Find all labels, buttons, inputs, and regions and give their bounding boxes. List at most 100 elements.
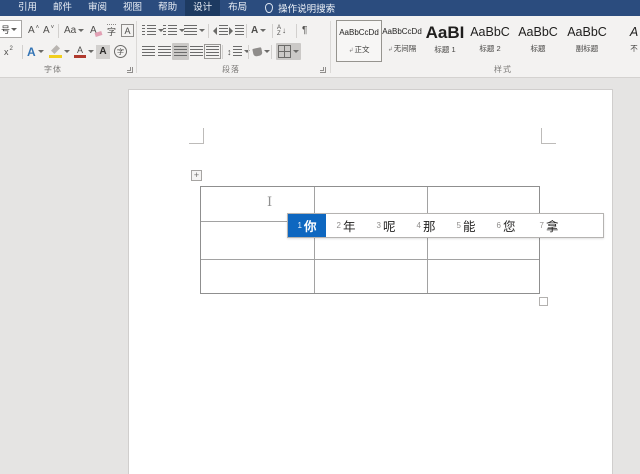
list-lines-icon xyxy=(168,25,177,36)
ime-candidate[interactable]: 7拿 xyxy=(526,214,572,237)
align-right-icon xyxy=(174,46,187,57)
align-left-button[interactable] xyxy=(142,43,155,60)
style-item-heading2[interactable]: AaBbC 标题 2 xyxy=(468,20,512,62)
styles-group-label: 样式 xyxy=(494,65,512,74)
font-size-value: 号 xyxy=(1,24,11,35)
separator xyxy=(58,24,59,38)
shrink-font-button[interactable]: A ˅ xyxy=(43,22,54,39)
separator xyxy=(248,45,249,59)
style-item-no-spacing[interactable]: AaBbCcDd ↲无间隔 xyxy=(378,20,426,62)
ime-candidate[interactable]: 3呢 xyxy=(366,214,406,237)
decrease-indent-button[interactable] xyxy=(213,22,228,39)
indent-lines-icon xyxy=(219,25,228,36)
title-bar: 引用 邮件 审阅 视图 帮助 设计 布局 操作说明搜索 xyxy=(0,0,640,16)
list-lines-icon xyxy=(147,25,156,36)
ime-candidate[interactable]: 6您 xyxy=(486,214,526,237)
style-label: 正文 xyxy=(354,45,370,54)
numbering-button[interactable] xyxy=(163,22,185,39)
ime-candidate[interactable]: 4那 xyxy=(406,214,446,237)
style-label: 标题 2 xyxy=(479,44,501,53)
tell-me-search[interactable]: 操作说明搜索 xyxy=(265,0,335,16)
tab-review[interactable]: 审阅 xyxy=(80,0,115,16)
increase-indent-button[interactable] xyxy=(229,22,244,39)
bullets-button[interactable] xyxy=(142,22,164,39)
font-group-label: 字体 xyxy=(44,65,62,74)
enclose-characters-button[interactable]: 字 xyxy=(114,43,127,60)
change-case-button[interactable]: Aa xyxy=(64,22,85,39)
show-hide-marks-button[interactable]: ¶ xyxy=(302,22,307,39)
tab-view[interactable]: 视图 xyxy=(115,0,150,16)
table-row-border[interactable] xyxy=(201,259,539,260)
ribbon: 号 A ˄ A ˅ Aa A 字 A x2 A A A 字 字体 A A Z ↓… xyxy=(0,16,640,78)
lightbulb-icon xyxy=(265,3,274,13)
separator xyxy=(271,45,272,59)
style-item-subtitle[interactable]: AaBbC 副标题 xyxy=(564,20,610,62)
font-color-bar xyxy=(74,54,86,58)
distribute-button[interactable] xyxy=(204,43,221,60)
spacing-lines-icon xyxy=(232,46,242,57)
group-separator xyxy=(136,21,137,73)
ime-candidate-selected[interactable]: 1你 xyxy=(288,214,326,237)
tab-references[interactable]: 引用 xyxy=(10,0,45,16)
table-move-handle[interactable]: + xyxy=(191,170,202,181)
chevron-down-icon xyxy=(88,50,94,53)
chevron-down-icon xyxy=(260,29,267,32)
chevron-down-icon xyxy=(293,50,299,53)
tab-mailings[interactable]: 邮件 xyxy=(45,0,80,16)
separator xyxy=(208,24,209,38)
table-column-border[interactable] xyxy=(314,187,315,293)
grow-font-button[interactable]: A ˄ xyxy=(28,22,39,39)
table-column-border[interactable] xyxy=(427,187,428,293)
tab-layout[interactable]: 布局 xyxy=(220,0,255,16)
style-item-partial[interactable]: A 不 xyxy=(614,20,640,62)
text-highlight-button[interactable] xyxy=(49,43,70,60)
superscript-button[interactable]: x2 xyxy=(4,43,13,60)
font-size-combobox[interactable]: 号 xyxy=(0,20,22,38)
table-resize-handle[interactable] xyxy=(539,297,548,306)
style-item-title[interactable]: AaBbC 标题 xyxy=(516,20,560,62)
chevron-down-icon xyxy=(37,50,44,53)
tab-partial[interactable] xyxy=(0,0,10,16)
paragraph-style-icon: ↲ xyxy=(387,47,393,53)
style-label: 不 xyxy=(630,44,638,53)
align-right-button-active[interactable] xyxy=(172,43,189,60)
ime-candidate[interactable]: 2年 xyxy=(326,214,366,237)
text-effects-button[interactable]: A xyxy=(27,43,44,60)
line-spacing-button[interactable]: ↕ xyxy=(227,43,250,60)
paragraph-style-icon: ↲ xyxy=(348,48,354,54)
ime-candidate[interactable]: 5能 xyxy=(446,214,486,237)
ime-candidate-bar: 1你 2年 3呢 4那 5能 6您 7拿 xyxy=(287,213,604,238)
sort-button[interactable]: AZ ↓ xyxy=(277,22,286,39)
asian-layout-button[interactable]: A xyxy=(251,22,267,39)
align-center-icon xyxy=(158,46,171,57)
style-label: 标题 1 xyxy=(434,45,456,54)
character-border-button[interactable]: A xyxy=(121,22,134,39)
left-arrow-icon xyxy=(213,26,217,35)
shading-button[interactable] xyxy=(252,43,270,60)
justify-icon xyxy=(190,46,203,57)
clear-formatting-button[interactable]: A xyxy=(90,22,103,39)
tab-design-active[interactable]: 设计 xyxy=(185,0,221,16)
chevron-down-icon xyxy=(64,50,70,53)
style-label: 副标题 xyxy=(575,44,599,53)
chevron-down-icon xyxy=(78,29,85,32)
tab-help[interactable]: 帮助 xyxy=(150,0,185,16)
phonetic-guide-button[interactable]: 字 xyxy=(107,22,117,39)
document-table[interactable] xyxy=(200,186,540,294)
justify-button[interactable] xyxy=(190,43,203,60)
chevron-down-icon xyxy=(199,29,205,32)
margin-corner-mark-top-left xyxy=(189,128,204,144)
style-item-normal[interactable]: AaBbCcDd ↲正文 xyxy=(336,20,382,62)
character-shading-button[interactable]: A xyxy=(96,43,110,60)
chevron-down-icon xyxy=(264,50,270,53)
font-dialog-launcher[interactable] xyxy=(127,67,133,73)
paint-bucket-icon xyxy=(252,46,263,57)
style-item-heading1[interactable]: AaBI 标题 1 xyxy=(424,20,466,62)
multilevel-list-button[interactable] xyxy=(184,22,205,39)
borders-button-active[interactable] xyxy=(276,43,301,60)
chevron-down-icon xyxy=(11,28,17,31)
font-color-button[interactable]: A xyxy=(74,43,94,60)
align-center-button[interactable] xyxy=(158,43,171,60)
number-dots-icon xyxy=(163,25,166,36)
paragraph-dialog-launcher[interactable] xyxy=(320,67,326,73)
